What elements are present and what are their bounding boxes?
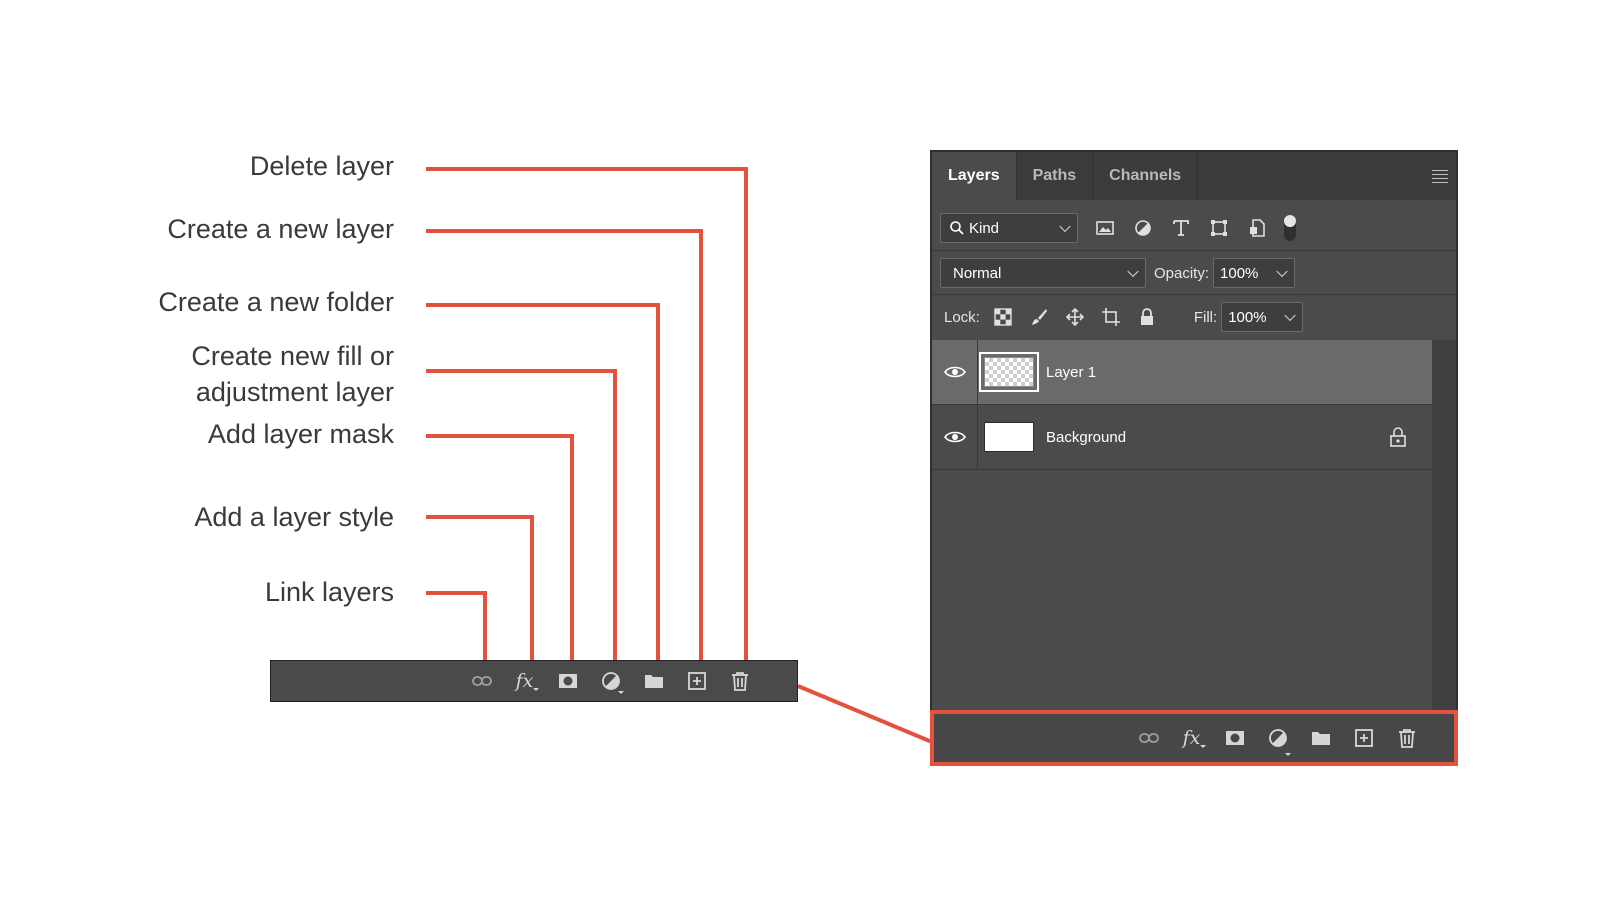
folder-icon [644, 675, 663, 688]
filter-kind-value: Kind [969, 219, 1000, 237]
search-icon [950, 221, 964, 235]
image-icon [1096, 221, 1114, 235]
brush-icon [1031, 309, 1047, 325]
lock-row: Lock: Fill: 100% [932, 296, 1456, 338]
blend-mode-value: Normal [953, 264, 1002, 282]
opacity-value: 100% [1220, 264, 1259, 282]
panel-menu-icon[interactable] [1432, 170, 1448, 186]
blend-mode-dropdown[interactable]: Normal [940, 258, 1146, 288]
fill-label: Fill: [1193, 308, 1218, 326]
lock-all-button[interactable] [1136, 306, 1158, 328]
filter-row: Kind [932, 208, 1456, 248]
callout-add-layer-mask: Add layer mask [207, 419, 394, 449]
layer-list: Layer 1 Background [932, 340, 1432, 470]
callout-create-new-folder: Create a new folder [158, 287, 394, 317]
tab-paths[interactable]: Paths [1017, 152, 1094, 200]
eye-icon [943, 431, 966, 443]
tab-channels[interactable]: Channels [1093, 152, 1199, 200]
layer-name: Layer 1 [1046, 363, 1097, 381]
checkerboard-icon [994, 308, 1012, 326]
connector-link-layers [426, 591, 487, 660]
lock-artboard-button[interactable] [1100, 306, 1122, 328]
connector-add-layer-style [426, 515, 534, 660]
artboard-icon [1101, 308, 1120, 326]
visibility-toggle[interactable] [932, 340, 978, 404]
connector-create-new-folder [426, 303, 660, 660]
lock-transparent-pixels-button[interactable] [992, 306, 1014, 328]
add-layer-mask-button[interactable] [546, 660, 589, 702]
callout-link-layers: Link layers [264, 577, 394, 607]
filter-kind-dropdown[interactable]: Kind [940, 213, 1078, 243]
smart-object-icon [1250, 219, 1265, 237]
type-icon [1173, 220, 1189, 236]
move-icon [1065, 307, 1084, 327]
link-layers-button[interactable] [460, 660, 503, 702]
fill-field[interactable]: 100% [1221, 302, 1304, 332]
fx-icon: fx [515, 670, 540, 692]
callout-fill-adjustment-line1: Create new fill or [191, 341, 394, 371]
panel-tab-bar: Layers Paths Channels [932, 152, 1456, 200]
filter-toggle-switch[interactable] [1284, 215, 1296, 241]
callout-delete-layer: Delete layer [249, 151, 394, 181]
filter-pixel-button[interactable] [1094, 217, 1116, 239]
add-layer-style-button[interactable]: fx [503, 660, 546, 702]
new-layer-button[interactable] [675, 660, 718, 702]
link-icon [471, 676, 492, 686]
layer-thumbnail [984, 422, 1034, 452]
filter-adjustment-button[interactable] [1132, 217, 1154, 239]
toolbar-highlight-frame [930, 710, 1458, 766]
fill-adjustment-button[interactable] [589, 660, 632, 702]
new-folder-button[interactable] [632, 660, 675, 702]
layer-mask-icon [558, 674, 577, 688]
callout-add-layer-style: Add a layer style [194, 502, 394, 532]
blend-row: Normal Opacity: 100% [932, 252, 1456, 294]
opacity-field[interactable]: 100% [1213, 258, 1296, 288]
padlock-icon [1140, 308, 1153, 325]
layer-thumbnail [979, 352, 1039, 392]
layer-row-background[interactable]: Background [932, 405, 1432, 470]
lock-position-button[interactable] [1064, 306, 1086, 328]
eye-icon [943, 366, 966, 378]
lock-icon [1390, 427, 1406, 447]
fill-value: 100% [1228, 308, 1267, 326]
callout-fill-adjustment: Create new fill or adjustment layer [191, 338, 394, 410]
trash-icon [731, 672, 748, 691]
layer-row-layer-1[interactable]: Layer 1 [932, 340, 1432, 405]
connector-delete-layer [426, 167, 748, 660]
filter-shape-button[interactable] [1208, 217, 1230, 239]
layer-name: Background [1046, 428, 1127, 446]
callout-fill-adjustment-line2: adjustment layer [195, 377, 394, 407]
filter-type-button[interactable] [1170, 217, 1192, 239]
connector-create-new-layer [426, 229, 703, 660]
adjustment-filter-icon [1135, 220, 1151, 236]
enlarged-layers-toolbar: fx [270, 660, 798, 702]
visibility-toggle[interactable] [932, 405, 978, 469]
layer-list-scrollbar[interactable] [1432, 340, 1456, 712]
callout-create-new-layer: Create a new layer [167, 214, 394, 244]
opacity-label: Opacity: [1154, 264, 1210, 282]
shape-icon [1211, 220, 1227, 236]
connector-zoom [797, 684, 933, 744]
connector-add-layer-mask [426, 434, 574, 660]
new-layer-icon [687, 672, 706, 690]
filter-smart-object-button[interactable] [1246, 217, 1268, 239]
layers-panel: Layers Paths Channels Kind Normal Opacit… [930, 150, 1458, 766]
lock-image-pixels-button[interactable] [1028, 306, 1050, 328]
tab-layers[interactable]: Layers [932, 152, 1017, 200]
lock-label: Lock: [944, 308, 980, 326]
connector-fill-adjustment [426, 369, 617, 660]
delete-layer-button[interactable] [718, 660, 761, 702]
adjustment-icon [601, 672, 620, 690]
